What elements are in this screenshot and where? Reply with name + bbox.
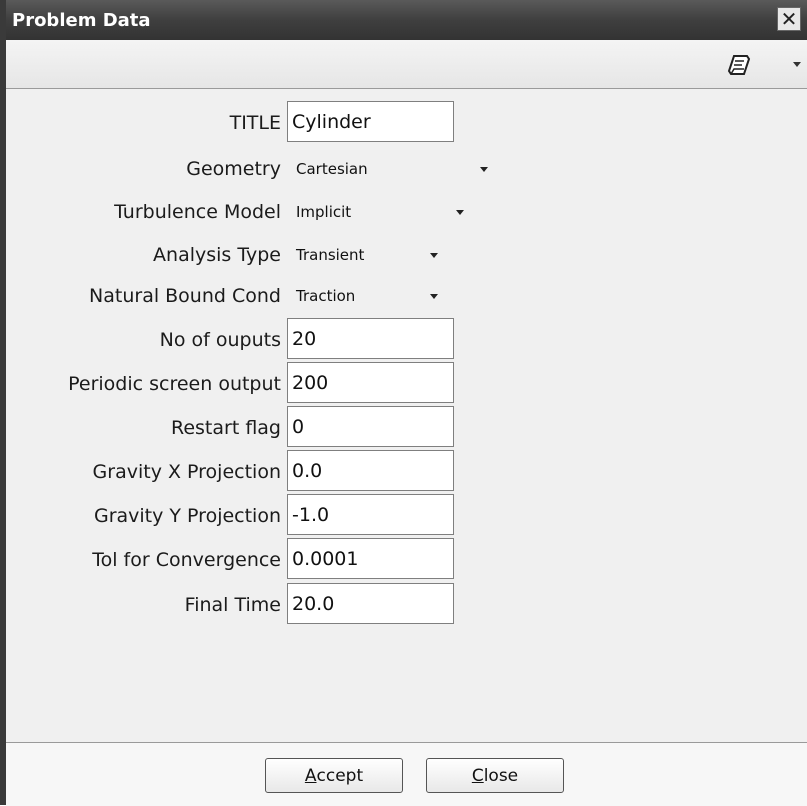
- restart-flag-input[interactable]: [287, 406, 454, 447]
- row-tol-convergence: Tol for Convergence: [6, 538, 807, 582]
- accept-mnemonic: A: [304, 765, 317, 786]
- row-title: TITLE: [6, 101, 807, 145]
- close-button[interactable]: Close: [426, 758, 564, 793]
- field-label: Gravity Y Projection: [93, 505, 281, 527]
- row-final-time: Final Time: [6, 583, 807, 627]
- problem-data-dialog: Problem Data ✕ TITLE Geometry Cartesian …: [0, 0, 807, 806]
- chevron-down-icon[interactable]: [456, 210, 464, 215]
- field-label: TITLE: [229, 112, 281, 134]
- periodic-screen-output-input[interactable]: [287, 362, 454, 403]
- turbulence-model-select[interactable]: Implicit: [296, 190, 464, 234]
- geometry-select[interactable]: Cartesian: [296, 147, 488, 191]
- accept-label: ccept: [316, 765, 364, 786]
- accept-button[interactable]: Accept: [265, 758, 403, 793]
- notepad-icon[interactable]: [725, 50, 755, 80]
- chevron-down-icon[interactable]: [430, 253, 438, 258]
- row-periodic-screen-output: Periodic screen output: [6, 362, 807, 406]
- field-label: Periodic screen output: [68, 373, 281, 395]
- natural-bound-cond-select[interactable]: Traction: [296, 274, 438, 318]
- row-no-of-outputs: No of ouputs: [6, 318, 807, 362]
- close-mnemonic: C: [471, 765, 484, 786]
- field-label: Geometry: [186, 158, 281, 180]
- row-analysis-type: Analysis Type Transient: [6, 233, 807, 277]
- field-label: No of ouputs: [159, 329, 281, 351]
- tol-convergence-input[interactable]: [287, 538, 454, 579]
- field-label: Gravity X Projection: [92, 461, 281, 483]
- final-time-input[interactable]: [287, 583, 454, 624]
- problem-data-form: TITLE Geometry Cartesian Turbulence Mode…: [6, 89, 807, 741]
- field-label: Restart flag: [170, 417, 281, 439]
- select-value: Transient: [296, 246, 365, 264]
- row-restart-flag: Restart flag: [6, 406, 807, 450]
- field-label: Analysis Type: [153, 244, 281, 266]
- no-of-outputs-input[interactable]: [287, 318, 454, 359]
- row-natural-bound-cond: Natural Bound Cond Traction: [6, 274, 807, 318]
- window-title: Problem Data: [12, 9, 151, 31]
- field-label: Tol for Convergence: [92, 549, 281, 571]
- analysis-type-select[interactable]: Transient: [296, 233, 438, 277]
- row-turbulence-model: Turbulence Model Implicit: [6, 190, 807, 234]
- select-value: Cartesian: [296, 160, 368, 178]
- field-label: Final Time: [184, 594, 281, 616]
- row-gravity-x: Gravity X Projection: [6, 450, 807, 494]
- title-bar[interactable]: Problem Data ✕: [6, 0, 807, 40]
- select-value: Implicit: [296, 203, 352, 221]
- close-icon[interactable]: ✕: [777, 7, 801, 31]
- field-label: Turbulence Model: [114, 201, 281, 223]
- row-gravity-y: Gravity Y Projection: [6, 494, 807, 538]
- gravity-y-input[interactable]: [287, 494, 454, 535]
- field-label: Natural Bound Cond: [89, 285, 281, 307]
- row-geometry: Geometry Cartesian: [6, 147, 807, 191]
- button-bar: Accept Close: [6, 742, 807, 806]
- toolbar: [6, 40, 807, 89]
- chevron-down-icon[interactable]: [430, 294, 438, 299]
- chevron-down-icon[interactable]: [480, 167, 488, 172]
- select-value: Traction: [296, 287, 356, 305]
- chevron-down-icon[interactable]: [793, 62, 801, 67]
- gravity-x-input[interactable]: [287, 450, 454, 491]
- title-input[interactable]: [287, 101, 454, 142]
- close-label: lose: [483, 765, 519, 786]
